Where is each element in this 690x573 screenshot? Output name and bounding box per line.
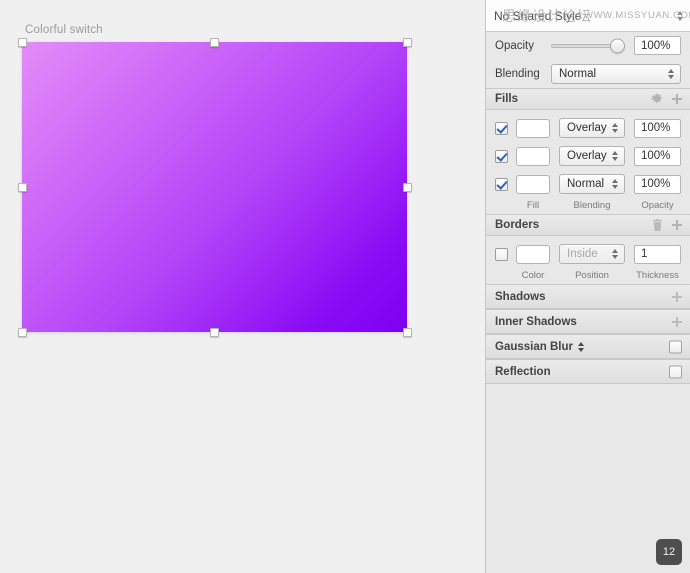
borders-title: Borders — [495, 219, 540, 231]
trash-icon[interactable] — [652, 219, 663, 231]
gaussian-blur-section-header[interactable]: Gaussian Blur — [486, 334, 690, 359]
chevron-updown-icon[interactable] — [577, 341, 584, 352]
fill-row: Overlay 100% — [486, 142, 690, 170]
fills-captions: Fill Blending Opacity — [486, 198, 690, 213]
app-window: Colorful switch No Shared Style 思缘设计论坛 W… — [0, 0, 690, 573]
selected-shape[interactable] — [22, 42, 407, 332]
resize-handle-bottom-center[interactable] — [210, 327, 219, 337]
inner-shadows-title: Inner Shadows — [495, 315, 577, 328]
gaussian-blur-checkbox[interactable] — [669, 340, 682, 353]
opacity-slider-knob[interactable] — [610, 38, 625, 53]
fill-enable-checkbox[interactable] — [495, 177, 508, 191]
border-color-swatch[interactable] — [516, 244, 550, 264]
resize-handle-middle-left[interactable] — [17, 182, 27, 192]
resize-handle-middle-right[interactable] — [402, 182, 412, 192]
fill-color-swatch[interactable] — [516, 146, 550, 166]
resize-handle-top-right[interactable] — [402, 37, 412, 47]
fill-opacity-input[interactable]: 100% — [634, 174, 681, 194]
borders-captions: Color Position Thickness — [486, 268, 690, 283]
watermark-en-text: WWW.MISSYUAN.COM — [584, 10, 690, 21]
opacity-caption: Opacity — [641, 200, 674, 211]
fill-row: Normal 100% — [486, 170, 690, 198]
resize-handle-bottom-left[interactable] — [17, 327, 27, 337]
border-position-value: Inside — [567, 248, 598, 260]
fill-blending-value: Overlay — [567, 150, 607, 162]
blending-row: Blending Normal — [486, 59, 690, 88]
resize-handle-bottom-right[interactable] — [402, 327, 412, 337]
reflection-title: Reflection — [495, 365, 551, 378]
inspector-panel: No Shared Style 思缘设计论坛 WWW.MISSYUAN.COM … — [485, 0, 690, 573]
artboard-label: Colorful switch — [25, 24, 103, 36]
fill-blending-value: Overlay — [567, 122, 607, 134]
resize-handle-top-center[interactable] — [210, 37, 219, 47]
opacity-label: Opacity — [495, 39, 534, 52]
shadows-title: Shadows — [495, 290, 546, 303]
fill-color-swatch[interactable] — [516, 174, 550, 194]
reflection-checkbox[interactable] — [669, 365, 682, 378]
inner-shadows-section-header[interactable]: Inner Shadows — [486, 309, 690, 334]
shared-style-label: No Shared Style — [494, 8, 582, 23]
fill-caption: Fill — [526, 200, 540, 211]
plus-icon[interactable] — [671, 93, 683, 105]
fill-blending-select[interactable]: Overlay — [559, 118, 625, 138]
chevron-updown-icon[interactable] — [677, 10, 683, 21]
opacity-row: Opacity 100% — [486, 32, 690, 59]
chevron-updown-icon[interactable] — [612, 123, 618, 133]
opacity-input[interactable]: 100% — [634, 36, 681, 55]
plus-icon[interactable] — [671, 291, 683, 303]
blending-select-value: Normal — [559, 67, 597, 80]
fills-section-header[interactable]: Fills — [486, 88, 690, 110]
border-row: Inside 1 — [486, 240, 690, 268]
shadows-section-header[interactable]: Shadows — [486, 284, 690, 309]
fill-row: Overlay 100% — [486, 114, 690, 142]
gaussian-blur-title: Gaussian Blur — [495, 340, 573, 353]
blending-label: Blending — [495, 67, 540, 80]
plus-icon[interactable] — [671, 219, 683, 231]
fill-blending-select[interactable]: Overlay — [559, 146, 625, 166]
borders-body: Inside 1 Color Position Thickness — [486, 236, 690, 284]
layer-count-badge[interactable]: 12 — [656, 539, 682, 565]
chevron-updown-icon[interactable] — [612, 151, 618, 161]
position-caption: Position — [575, 270, 609, 281]
chevron-updown-icon[interactable] — [668, 68, 674, 79]
fill-opacity-input[interactable]: 100% — [634, 118, 681, 138]
gear-icon[interactable] — [651, 93, 663, 105]
fills-list: Overlay 100% Overlay 100% Normal 100% Fi… — [486, 110, 690, 214]
chevron-updown-icon[interactable] — [612, 179, 618, 189]
resize-handle-top-left[interactable] — [17, 37, 27, 47]
fill-blending-select[interactable]: Normal — [559, 174, 625, 194]
border-position-select[interactable]: Inside — [559, 244, 625, 264]
fill-enable-checkbox[interactable] — [495, 149, 508, 163]
borders-section-header[interactable]: Borders — [486, 214, 690, 236]
opacity-slider[interactable] — [551, 37, 625, 55]
fills-title: Fills — [495, 93, 519, 105]
color-caption: Color — [521, 270, 545, 281]
fill-blending-value: Normal — [567, 178, 605, 190]
blending-caption: Blending — [573, 200, 611, 211]
reflection-section-header[interactable]: Reflection — [486, 359, 690, 384]
fill-opacity-input[interactable]: 100% — [634, 146, 681, 166]
plus-icon[interactable] — [671, 316, 683, 328]
thickness-caption: Thickness — [636, 270, 679, 281]
chevron-updown-icon[interactable] — [612, 249, 618, 259]
fill-color-swatch[interactable] — [516, 118, 550, 138]
shared-style-selector[interactable]: No Shared Style 思缘设计论坛 WWW.MISSYUAN.COM — [486, 0, 690, 32]
border-enable-checkbox[interactable] — [495, 247, 508, 261]
blending-select[interactable]: Normal — [551, 63, 681, 84]
design-canvas[interactable]: Colorful switch — [0, 0, 485, 573]
fill-enable-checkbox[interactable] — [495, 121, 508, 135]
border-thickness-input[interactable]: 1 — [634, 244, 681, 264]
